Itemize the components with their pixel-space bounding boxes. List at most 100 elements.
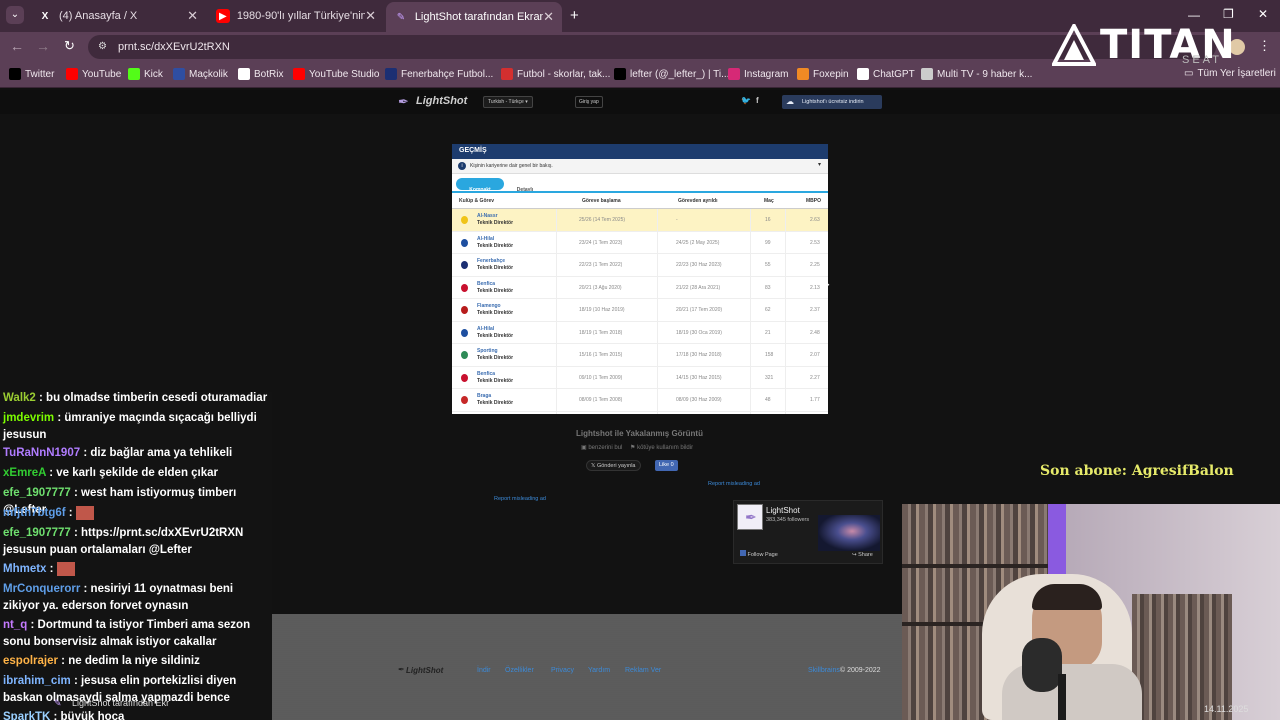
bookmark-kick[interactable]: Kick	[128, 68, 163, 80]
club-name[interactable]: Braga	[477, 393, 491, 399]
chat-username[interactable]: Mhmetx	[3, 563, 46, 575]
tab-detailed[interactable]: Detaylı	[508, 178, 542, 193]
download-button[interactable]: ☁ Lightshot'ı ücretsiz indirin	[782, 95, 882, 109]
screenshot-image[interactable]: GEÇMİŞ i Kişinin kariyerine dair genel b…	[452, 144, 828, 414]
chat-username[interactable]: MrConquerorr	[3, 583, 80, 595]
club-name[interactable]: Fenerbahçe	[477, 258, 505, 264]
bookmark-botrix[interactable]: BotRix	[238, 68, 283, 80]
fb-share-button[interactable]: ↪ Share	[852, 552, 873, 558]
chat-username[interactable]: espolrajer	[3, 655, 58, 667]
close-icon[interactable]: ✕	[187, 8, 198, 24]
bookmark-label: Maçkolik	[189, 68, 228, 80]
chat-username[interactable]: mfjth7btg6f	[3, 507, 66, 519]
tab-twitter[interactable]: X (4) Anasayfa / X ✕	[30, 4, 206, 28]
footer-link-advertise[interactable]: Reklam Ver	[625, 667, 661, 674]
tab-youtube[interactable]: ▶ 1980-90'lı yıllar Türkiye'nin başı ✕	[208, 4, 384, 28]
all-bookmarks-folder[interactable]: ▭ Tüm Yer İşaretleri	[1184, 68, 1276, 79]
tab-search-button[interactable]: ⌄	[6, 6, 24, 24]
chat-username[interactable]: Walk2	[3, 392, 36, 404]
close-icon[interactable]: ✕	[543, 9, 554, 25]
maximize-button[interactable]: ❐	[1223, 7, 1234, 21]
tab-lightshot[interactable]: ✎ LightShot tarafından Ekran Görün ✕	[386, 2, 562, 32]
report-link[interactable]: ⚑ kötüye kullanım bildir	[630, 444, 693, 451]
youtube-icon	[66, 68, 78, 80]
like-button[interactable]: Like 0	[655, 460, 678, 471]
language-select[interactable]: Turkish - Türkçe ▾	[483, 96, 533, 108]
club-name[interactable]: Flamengo	[477, 303, 501, 309]
table-row[interactable]: Al-Hilal Teknik Direktör 23/24 (1 Tem 2023…	[452, 232, 828, 254]
chat-username[interactable]: TuRaNnN1907	[3, 447, 80, 459]
chat-username[interactable]: efe_1907777	[3, 527, 71, 539]
table-row[interactable]: Sporting Teknik Direktör 15/16 (1 Tem 2015…	[452, 344, 828, 367]
bookmark-futbol[interactable]: Futbol - skorlar, tak...	[501, 68, 610, 80]
bookmark-chatgpt[interactable]: ChatGPT	[857, 68, 915, 80]
bookmark-youtube-studio[interactable]: YouTube Studio	[293, 68, 379, 80]
chat-username[interactable]: ibrahim_cim	[3, 675, 71, 687]
chat-username[interactable]: nt_q	[3, 619, 27, 631]
table-row[interactable]: Al-Nassr Teknik Direktör 25/26 (14 Tem 202…	[452, 209, 828, 232]
table-row[interactable]: Benfica Teknik Direktör 20/21 (3 Ağu 2020)…	[452, 277, 828, 299]
ppm: 1.77	[810, 397, 820, 403]
close-icon[interactable]: ✕	[365, 8, 376, 24]
matches: 48	[765, 397, 771, 403]
table-row[interactable]: Fenerbahçe Teknik Direktör 22/23 (1 Tem 20…	[452, 254, 828, 277]
reload-icon[interactable]: ↻	[64, 38, 75, 54]
footer-link-download[interactable]: İndir	[477, 667, 491, 674]
club-name[interactable]: Sporting	[477, 348, 498, 354]
bookmark-mackolik[interactable]: Maçkolik	[173, 68, 228, 80]
bookmark-x[interactable]: Twitter	[9, 68, 54, 80]
minimize-button[interactable]: —	[1188, 8, 1200, 22]
taskbar-item[interactable]: ✎ LightShot tarafından Ekr	[52, 694, 176, 712]
facebook-icon[interactable]: f	[756, 96, 759, 105]
table-row[interactable]: Al-Hilal Teknik Direktör 18/19 (1 Tem 2018…	[452, 322, 828, 344]
table-row[interactable]: Flamengo Teknik Direktör 18/19 (10 Haz 201…	[452, 299, 828, 322]
chevron-down-icon[interactable]: ▾	[818, 161, 821, 168]
matches: 55	[765, 262, 771, 268]
bookmark-youtube[interactable]: YouTube	[66, 68, 121, 80]
chat-username[interactable]: efe_1907777	[3, 487, 71, 499]
login-button[interactable]: Giriş yap	[575, 96, 603, 108]
footer-link-features[interactable]: Özellikler	[505, 667, 534, 674]
footer-logo[interactable]: LightShot	[406, 666, 443, 675]
menu-icon[interactable]: ⋮	[1258, 38, 1271, 54]
twitter-icon[interactable]: 🐦	[741, 96, 751, 105]
club-name[interactable]: Al-Hilal	[477, 326, 494, 332]
chat-separator: :	[70, 487, 82, 499]
tab-compact[interactable]: Kompakt	[456, 178, 504, 193]
bookmark-foxepin[interactable]: Foxepin	[797, 68, 849, 80]
similar-label: benzerini bul	[588, 445, 623, 451]
footer-link-privacy[interactable]: Privacy	[551, 667, 574, 674]
table-row[interactable]: Braga Teknik Direktör 08/09 (1 Tem 2008) 08…	[452, 389, 828, 412]
chat-message: TuRaNnN1907 : diz bağlar ama ya tehlikel…	[3, 445, 271, 462]
club-name[interactable]: Al-Hilal	[477, 236, 494, 242]
report-ad-right[interactable]: Report misleading ad	[708, 481, 760, 487]
chat-username[interactable]: SparkTK	[3, 711, 50, 720]
bookmark-tiktok[interactable]: lefter (@_lefter_) | Ti...	[614, 68, 729, 80]
ppm: 2.27	[810, 374, 820, 381]
footer-brand-link[interactable]: Skillbrains	[808, 667, 840, 674]
club-name[interactable]: Benfica	[477, 371, 495, 377]
start-date: 08/09 (1 Tem 2008)	[579, 397, 623, 403]
facebook-page-widget[interactable]: ✒ LightShot 383,345 followers Follow Pag…	[733, 500, 883, 564]
report-ad-left[interactable]: Report misleading ad	[494, 496, 546, 502]
footer-link-help[interactable]: Yardım	[588, 667, 610, 674]
end-date: 14/15 (30 Haz 2015)	[676, 374, 722, 381]
table-row[interactable]: Benfica Teknik Direktör 09/10 (1 Tem 2009)…	[452, 367, 828, 389]
tweet-button[interactable]: 𝕏 Gönderi yayınla	[586, 460, 641, 471]
forward-icon[interactable]: →	[36, 38, 50, 54]
chat-username[interactable]: xEmreA	[3, 467, 46, 479]
similar-link[interactable]: ▣ benzerini bul	[581, 444, 622, 451]
new-tab-button[interactable]: +	[570, 7, 579, 24]
site-info-icon[interactable]: ⚙	[98, 35, 107, 59]
lightshot-logo[interactable]: LightShot	[416, 95, 467, 107]
bookmark-fenerbahce[interactable]: Fenerbahçe Futbol...	[385, 68, 493, 80]
chat-username[interactable]: jmdevrim	[3, 412, 54, 424]
club-name[interactable]: Benfica	[477, 281, 495, 287]
bookmark-instagram[interactable]: Instagram	[728, 68, 788, 80]
bookmark-multitv[interactable]: Multi TV - 9 haber k...	[921, 68, 1032, 80]
address-input[interactable]: ⚙ prnt.sc/dxXEvrU2tRXN	[88, 35, 1216, 59]
back-icon[interactable]: ←	[10, 38, 24, 54]
close-window-button[interactable]: ✕	[1258, 7, 1268, 21]
club-name[interactable]: Al-Nassr	[477, 213, 498, 219]
fb-follow-button[interactable]: Follow Page	[740, 550, 778, 558]
